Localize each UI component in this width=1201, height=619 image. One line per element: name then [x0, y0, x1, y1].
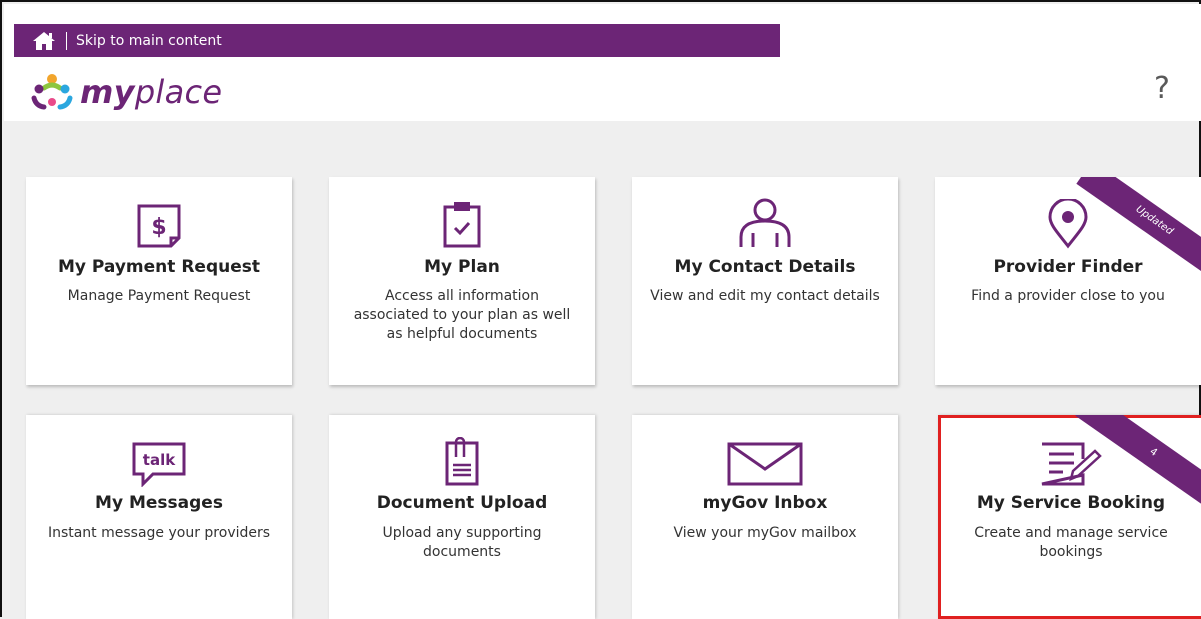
tile-title: Document Upload [376, 493, 548, 513]
page-frame: Skip to main content myplace ? $ My Paym… [0, 0, 1201, 619]
tile-description: View and edit my contact details [650, 288, 880, 304]
tile-document-upload[interactable]: Document Upload Upload any supporting do… [329, 415, 595, 619]
skip-to-main-content-link[interactable]: Skip to main content [76, 33, 222, 49]
tile-title: My Contact Details [674, 257, 856, 277]
tile-title: My Messages [95, 493, 223, 513]
skip-bar: Skip to main content [14, 24, 780, 57]
divider [66, 31, 67, 50]
tile-description: View your myGov mailbox [673, 525, 857, 541]
site-header: Skip to main content myplace ? [4, 4, 1201, 121]
svg-text:talk: talk [143, 451, 176, 469]
document-clip-icon [329, 437, 595, 487]
logo-people-icon [30, 72, 74, 112]
contact-person-icon [632, 198, 898, 249]
myplace-logo[interactable]: myplace [30, 72, 222, 112]
svg-text:$: $ [151, 215, 166, 240]
plan-clipboard-icon [329, 199, 595, 249]
tile-description: Upload any supporting documents [382, 525, 542, 560]
tile-title: myGov Inbox [702, 493, 828, 513]
tile-title: Provider Finder [993, 257, 1143, 277]
tile-title: My Service Booking [976, 493, 1166, 513]
tile-description: Create and manage service bookings [974, 525, 1168, 560]
home-icon[interactable] [32, 31, 56, 51]
envelope-icon [632, 437, 898, 487]
tile-description: Instant message your providers [47, 525, 271, 541]
tile-my-messages[interactable]: talk My Messages Instant message your pr… [26, 415, 292, 619]
tile-my-payment-request[interactable]: $ My Payment Request Manage Payment Requ… [26, 177, 292, 385]
location-pin-icon [935, 199, 1201, 249]
talk-bubble-icon: talk [26, 437, 292, 487]
tile-my-service-booking[interactable]: 4 My Service Booking Create and manage s… [938, 415, 1201, 619]
tile-provider-finder[interactable]: Updated Provider Finder Find a provider … [935, 177, 1201, 385]
tile-my-plan[interactable]: My Plan Access all information associate… [329, 177, 595, 385]
tile-my-contact-details[interactable]: My Contact Details View and edit my cont… [632, 177, 898, 385]
tile-title: My Payment Request [57, 257, 260, 277]
payment-request-icon: $ [26, 199, 292, 249]
tile-description: Access all information associated to you… [353, 288, 571, 342]
logo-text: myplace [80, 73, 223, 111]
tile-description: Manage Payment Request [67, 288, 251, 304]
tile-mygov-inbox[interactable]: myGov Inbox View your myGov mailbox [632, 415, 898, 619]
tile-title: My Plan [424, 257, 500, 277]
help-button[interactable]: ? [1154, 71, 1170, 106]
service-booking-icon [938, 437, 1201, 487]
tile-description: Find a provider close to you [971, 288, 1165, 304]
